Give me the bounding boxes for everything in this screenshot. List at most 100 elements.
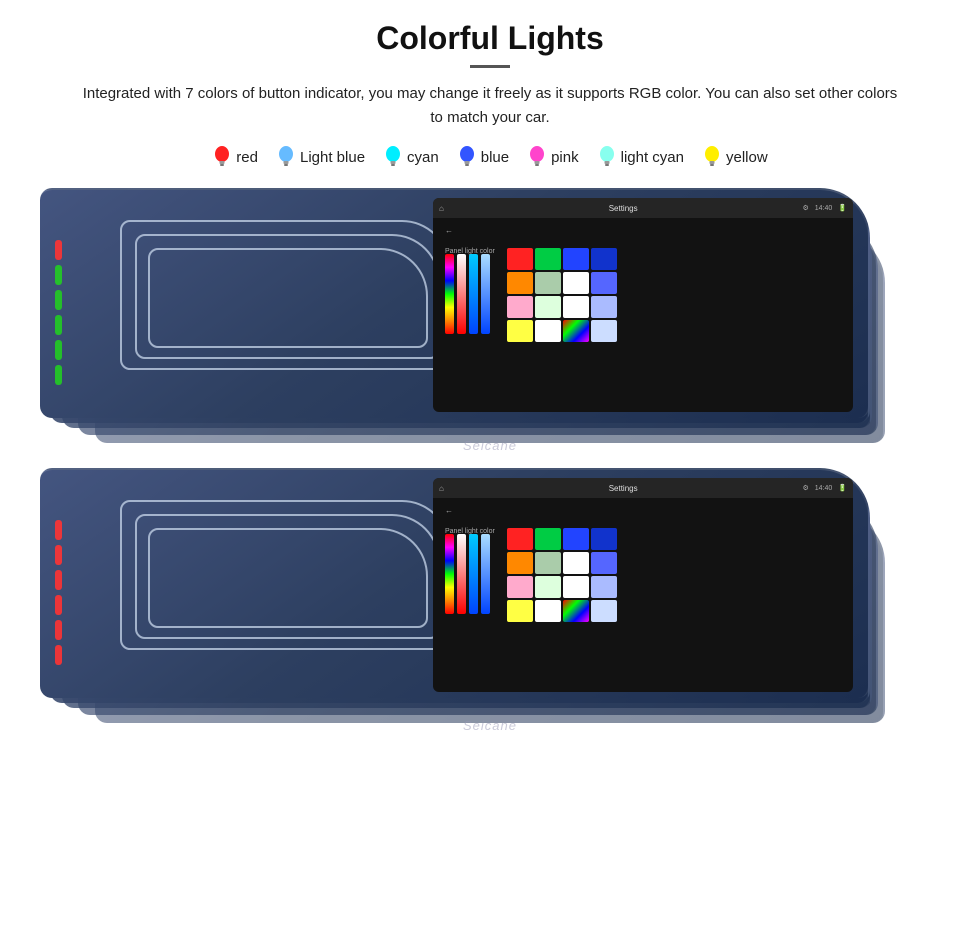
color-label-yellow: yellow <box>726 149 768 166</box>
images-section: ⌂ Settings ⚙ 14:40 🔋 ← Panel li <box>40 188 940 748</box>
led-green5 <box>55 365 62 385</box>
description-text: Integrated with 7 colors of button indic… <box>80 82 900 130</box>
screen-settings-label: Settings <box>450 204 797 213</box>
color-item-lightblue: Light blue <box>276 144 365 170</box>
bulb-cyan <box>383 144 403 170</box>
screen-body-bottom: Panel light color <box>433 520 853 630</box>
color-label-lightcyan: light cyan <box>621 149 684 166</box>
side-leds-top <box>55 240 62 385</box>
home-icon-b: ⌂ <box>439 484 444 493</box>
gear-icon-b: ⚙ <box>802 484 808 492</box>
page-container: Colorful Lights Integrated with 7 colors… <box>0 0 980 940</box>
battery-icon: 🔋 <box>838 204 847 212</box>
screen-settings-label-b: Settings <box>450 484 797 493</box>
led-green <box>55 265 62 285</box>
bulb-yellow <box>702 144 722 170</box>
bulb-blue <box>457 144 477 170</box>
led-b-red4 <box>55 595 62 615</box>
color-item-lightcyan: light cyan <box>597 144 684 170</box>
cell-b-white2 <box>563 576 589 598</box>
cell-white <box>563 272 589 294</box>
screen-body-top: Panel light color <box>433 240 853 350</box>
color-label-lightblue: Light blue <box>300 149 365 166</box>
cell-b-lightgreen <box>535 552 561 574</box>
car-screen-top: ⌂ Settings ⚙ 14:40 🔋 ← Panel li <box>433 198 853 412</box>
watermark-top: Seicane <box>463 438 517 453</box>
bulb-red <box>212 144 232 170</box>
car-screen-bottom: ⌂ Settings ⚙ 14:40 🔋 ← Panel light color <box>433 478 853 692</box>
cell-darkblue <box>591 248 617 270</box>
cell-yellow <box>507 320 533 342</box>
car-image-top: ⌂ Settings ⚙ 14:40 🔋 ← Panel li <box>40 188 940 468</box>
page-title: Colorful Lights <box>376 20 604 57</box>
cell-b-gradient <box>563 600 589 622</box>
color-item-pink: pink <box>527 144 579 170</box>
bulb-lightblue <box>276 144 296 170</box>
cell-b-palegreen <box>535 576 561 598</box>
color-label-cyan: cyan <box>407 149 439 166</box>
vertical-bars <box>445 259 495 334</box>
vertical-bars-b <box>445 539 495 614</box>
cell-gradient <box>563 320 589 342</box>
home-icon: ⌂ <box>439 204 444 213</box>
color-grid-bottom <box>507 528 617 622</box>
color-bars-section: Panel light color <box>445 248 495 342</box>
cell-b-pink <box>507 576 533 598</box>
cell-b-paleblue <box>591 600 617 622</box>
side-leds-bottom <box>55 520 62 665</box>
color-item-yellow: yellow <box>702 144 768 170</box>
led-green4 <box>55 340 62 360</box>
color-grid-top <box>507 248 617 342</box>
cell-b-yellow <box>507 600 533 622</box>
cell-b-purple <box>591 552 617 574</box>
led-green2 <box>55 290 62 310</box>
cell-lightblue <box>591 296 617 318</box>
cell-blue <box>563 248 589 270</box>
vbar-blue-b <box>469 534 478 614</box>
bulb-pink <box>527 144 547 170</box>
vbar-red-white-b <box>457 534 466 614</box>
led-b-red <box>55 520 62 540</box>
car-stack-top: ⌂ Settings ⚙ 14:40 🔋 ← Panel li <box>40 188 940 458</box>
cell-white3 <box>535 320 561 342</box>
watermark-bottom: Seicane <box>463 718 517 733</box>
vbar-blue2-b <box>481 534 490 614</box>
cell-b-orange <box>507 552 533 574</box>
color-item-cyan: cyan <box>383 144 439 170</box>
back-icon-b: ← <box>445 506 453 515</box>
led-b-red6 <box>55 645 62 665</box>
bulb-lightcyan <box>597 144 617 170</box>
car-image-bottom: ⌂ Settings ⚙ 14:40 🔋 ← Panel light color <box>40 468 940 748</box>
led-green3 <box>55 315 62 335</box>
color-label-pink: pink <box>551 149 579 166</box>
color-list: red Light blue cyan <box>212 144 767 170</box>
led-b-red3 <box>55 570 62 590</box>
vbar-blue <box>469 254 478 334</box>
cell-b-lightblue <box>591 576 617 598</box>
color-item-blue: blue <box>457 144 509 170</box>
chrome-arc-3 <box>148 248 428 348</box>
cell-b-red <box>507 528 533 550</box>
back-btn-row-b: ← <box>433 498 853 520</box>
back-btn-row: ← <box>433 218 853 240</box>
led-red <box>55 240 62 260</box>
car-layer-5: ⌂ Settings ⚙ 14:40 🔋 ← Panel li <box>40 188 870 418</box>
cell-orange <box>507 272 533 294</box>
back-icon: ← <box>445 226 453 235</box>
vbar-rainbow <box>445 254 454 334</box>
color-label-blue: blue <box>481 149 509 166</box>
cell-b-white <box>563 552 589 574</box>
cell-green <box>535 248 561 270</box>
vbar-red-white <box>457 254 466 334</box>
cell-purple <box>591 272 617 294</box>
screen-topbar-top: ⌂ Settings ⚙ 14:40 🔋 <box>433 198 853 218</box>
vbar-rainbow-b <box>445 534 454 614</box>
cell-palegreen <box>535 296 561 318</box>
battery-icon-b: 🔋 <box>838 484 847 492</box>
color-item-red: red <box>212 144 258 170</box>
color-bars-section-b: Panel light color <box>445 528 495 622</box>
led-b-red2 <box>55 545 62 565</box>
cell-pink <box>507 296 533 318</box>
screen-time: 14:40 <box>815 205 833 212</box>
screen-topbar-bottom: ⌂ Settings ⚙ 14:40 🔋 <box>433 478 853 498</box>
